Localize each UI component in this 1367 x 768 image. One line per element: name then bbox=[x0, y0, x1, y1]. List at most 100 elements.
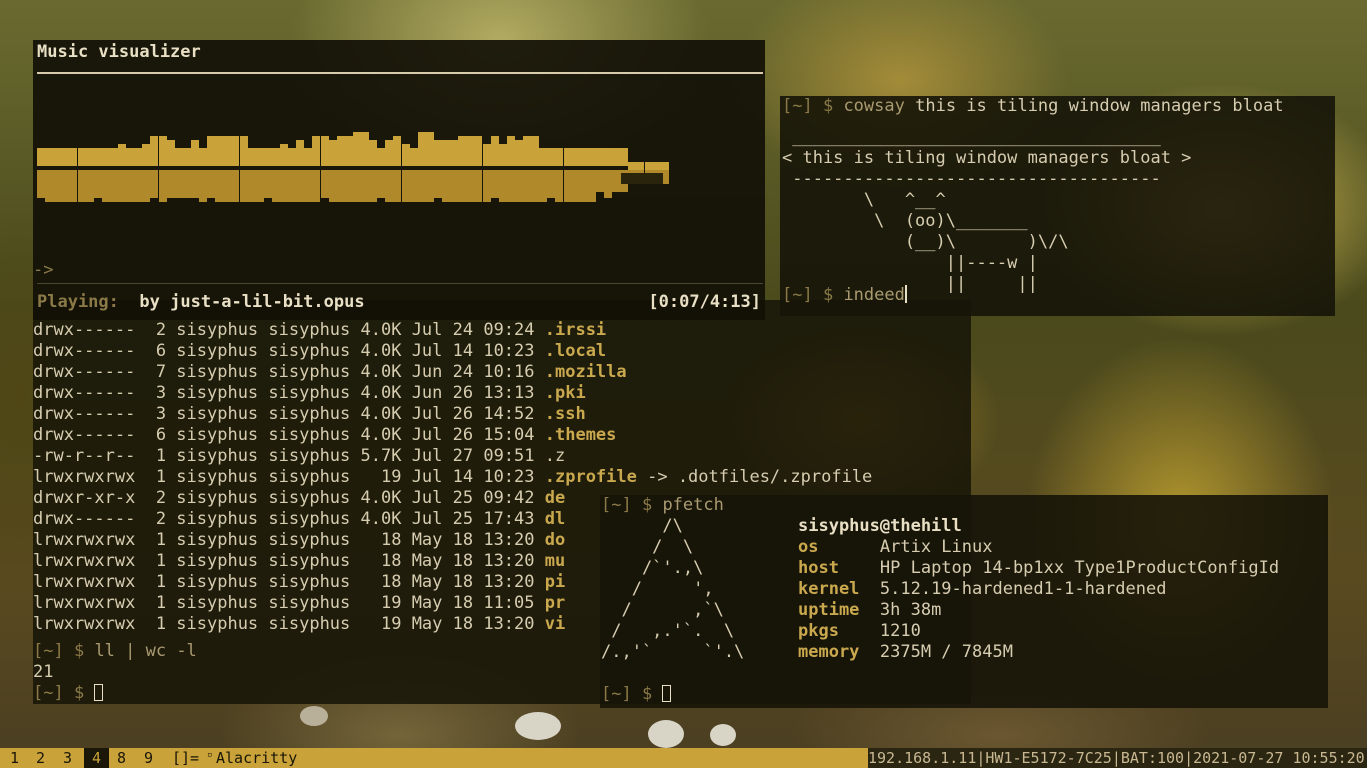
spectrum-bar bbox=[166, 140, 175, 166]
spectrum-bar bbox=[239, 136, 248, 166]
listing-row: drwx------ 7 sisyphus sisyphus 4.0K Jun … bbox=[33, 362, 627, 383]
spectrum-bar-lower bbox=[352, 170, 361, 202]
cowsay-art-line: (__)\ )\/\ bbox=[782, 232, 1069, 252]
spectrum-bar bbox=[85, 148, 94, 166]
workspace-tag-2[interactable]: 2 bbox=[36, 749, 45, 767]
spectrum-bar-lower bbox=[555, 170, 564, 202]
spectrum-bar bbox=[352, 132, 361, 166]
active-prompt-line[interactable]: [~] $ bbox=[33, 683, 104, 704]
spectrum-bar bbox=[401, 144, 410, 166]
spectrum-bar bbox=[393, 136, 402, 166]
spectrum-bar-lower bbox=[231, 170, 240, 202]
workspace-tag-8[interactable]: 8 bbox=[117, 749, 126, 767]
spectrum-bar-lower bbox=[312, 170, 321, 202]
wc-command-line: [~] $ ll | wc -l bbox=[33, 641, 197, 662]
info-value: 1210 bbox=[869, 621, 921, 641]
file-name: .ssh bbox=[544, 404, 586, 424]
spectrum-bar-lower bbox=[612, 170, 621, 192]
info-value: 5.12.19-hardened1-1-hardened bbox=[869, 579, 1167, 599]
spectrum-bar bbox=[336, 136, 345, 166]
file-name: pi bbox=[544, 572, 566, 592]
spectrum-bar bbox=[312, 136, 321, 166]
listing-row: drwxr-xr-x 2 sisyphus sisyphus 4.0K Jul … bbox=[33, 488, 565, 509]
spectrum-bar-lower bbox=[417, 170, 426, 202]
spectrum-bar bbox=[142, 144, 151, 166]
status-bar: 123489 []= ▫ Alacritty 192.168.1.11|HW1-… bbox=[0, 748, 1367, 768]
status-divider bbox=[37, 283, 763, 284]
spectrum-bar bbox=[466, 136, 475, 166]
workspace-tag-3[interactable]: 3 bbox=[63, 749, 72, 767]
file-name: do bbox=[544, 530, 566, 550]
spectrum-bar bbox=[385, 140, 394, 166]
cowsay-art-line: ____________________________________ bbox=[782, 127, 1161, 147]
spectrum-bar-lower bbox=[207, 170, 216, 198]
spectrum-bar bbox=[482, 144, 491, 166]
spectrum-bar-lower bbox=[296, 170, 305, 202]
spectrum-bar bbox=[571, 148, 580, 166]
spectrum-bar-lower bbox=[263, 170, 272, 198]
spectrum-bar bbox=[620, 148, 629, 166]
cowsay-art-line: < this is tiling window managers bloat > bbox=[782, 148, 1192, 168]
spectrum-bar bbox=[93, 148, 102, 166]
command-args: this is tiling window managers bloat bbox=[915, 96, 1284, 116]
spectrum-bar-lower bbox=[498, 170, 507, 202]
spectrum-bar-lower bbox=[409, 170, 418, 202]
workspace-tag-9[interactable]: 9 bbox=[144, 749, 153, 767]
spectrum-bar bbox=[433, 140, 442, 166]
indeed-command-line[interactable]: [~] $ indeed bbox=[782, 285, 907, 306]
layout-indicator[interactable]: []= bbox=[172, 749, 199, 767]
spectrum-bar-lower bbox=[69, 170, 78, 202]
music-visualizer-window[interactable]: Music visualizer -> Playing: by just-a-l… bbox=[33, 40, 765, 320]
spectrum-bar bbox=[612, 148, 621, 166]
spectrum-bar bbox=[247, 148, 256, 166]
info-value: 2375M / 7845M bbox=[869, 642, 1013, 662]
spectrum-bar-lower bbox=[85, 170, 94, 202]
file-name: .themes bbox=[544, 425, 617, 445]
spectrum-bar-lower bbox=[393, 170, 402, 202]
listing-row: drwx------ 6 sisyphus sisyphus 4.0K Jul … bbox=[33, 341, 606, 362]
spectrum-bar-lower bbox=[255, 170, 264, 202]
logo-line: / ', bbox=[601, 579, 714, 599]
spectrum-bar-lower bbox=[288, 170, 297, 202]
spectrum-bar-lower bbox=[547, 170, 556, 198]
row-meta: drwx------ 6 sisyphus sisyphus 4.0K Jul … bbox=[33, 425, 545, 445]
spectrum-bar-lower bbox=[579, 170, 588, 202]
file-name: .pki bbox=[544, 383, 586, 403]
spectrum-bar-lower bbox=[45, 170, 54, 202]
cowsay-art-line: ||----w | bbox=[782, 253, 1038, 273]
cowsay-command-line: [~] $ cowsay this is tiling window manag… bbox=[782, 96, 1284, 117]
spectrum-bar-lower bbox=[93, 170, 102, 198]
active-prompt-line[interactable]: [~] $ bbox=[601, 684, 672, 705]
row-meta: lrwxrwxrwx 1 sisyphus sisyphus 19 Jul 14… bbox=[33, 467, 545, 487]
info-key: host bbox=[798, 558, 870, 578]
prompt: [~] $ bbox=[782, 96, 834, 116]
spectrum-bar-lower bbox=[458, 170, 467, 202]
playing-label: Playing: bbox=[37, 292, 119, 312]
visualizer-title: Music visualizer bbox=[37, 42, 201, 62]
spectrum-bar-lower bbox=[215, 170, 224, 202]
now-playing: Playing: by just-a-lil-bit.opus bbox=[37, 292, 365, 312]
pfetch-terminal[interactable]: [~] $ pfetch /\ / \ /`'.,\ / ', / ,`\ / … bbox=[600, 495, 1328, 708]
spectrum-bar-lower bbox=[595, 170, 604, 192]
row-meta: drwx------ 7 sisyphus sisyphus 4.0K Jun … bbox=[33, 362, 545, 382]
spectrum-bar bbox=[53, 148, 62, 166]
prompt: [~] $ bbox=[601, 684, 653, 704]
info-value: HP Laptop 14-bp1xx Type1ProductConfigId bbox=[869, 558, 1280, 578]
info-key: pkgs bbox=[798, 621, 870, 641]
spectrum-bar bbox=[531, 136, 540, 166]
listing-row: lrwxrwxrwx 1 sisyphus sisyphus 19 May 18… bbox=[33, 593, 565, 614]
spectrum-bar bbox=[134, 148, 143, 166]
spectrum-bar bbox=[450, 140, 459, 166]
listing-row: drwx------ 3 sisyphus sisyphus 4.0K Jun … bbox=[33, 383, 586, 404]
spectrum-bar bbox=[45, 148, 54, 166]
command-text: ll | wc -l bbox=[94, 641, 197, 661]
rock bbox=[515, 712, 561, 740]
text-cursor bbox=[94, 684, 104, 701]
spectrum-bar bbox=[190, 140, 199, 166]
spectrum-bar-lower bbox=[174, 170, 183, 198]
cowsay-terminal[interactable]: [~] $ cowsay this is tiling window manag… bbox=[780, 96, 1335, 316]
workspace-tag-4[interactable]: 4 bbox=[84, 748, 110, 768]
link-target: -> .dotfiles/.zprofile bbox=[636, 467, 873, 487]
spectrum-bar bbox=[563, 148, 572, 166]
workspace-tag-1[interactable]: 1 bbox=[10, 749, 19, 767]
